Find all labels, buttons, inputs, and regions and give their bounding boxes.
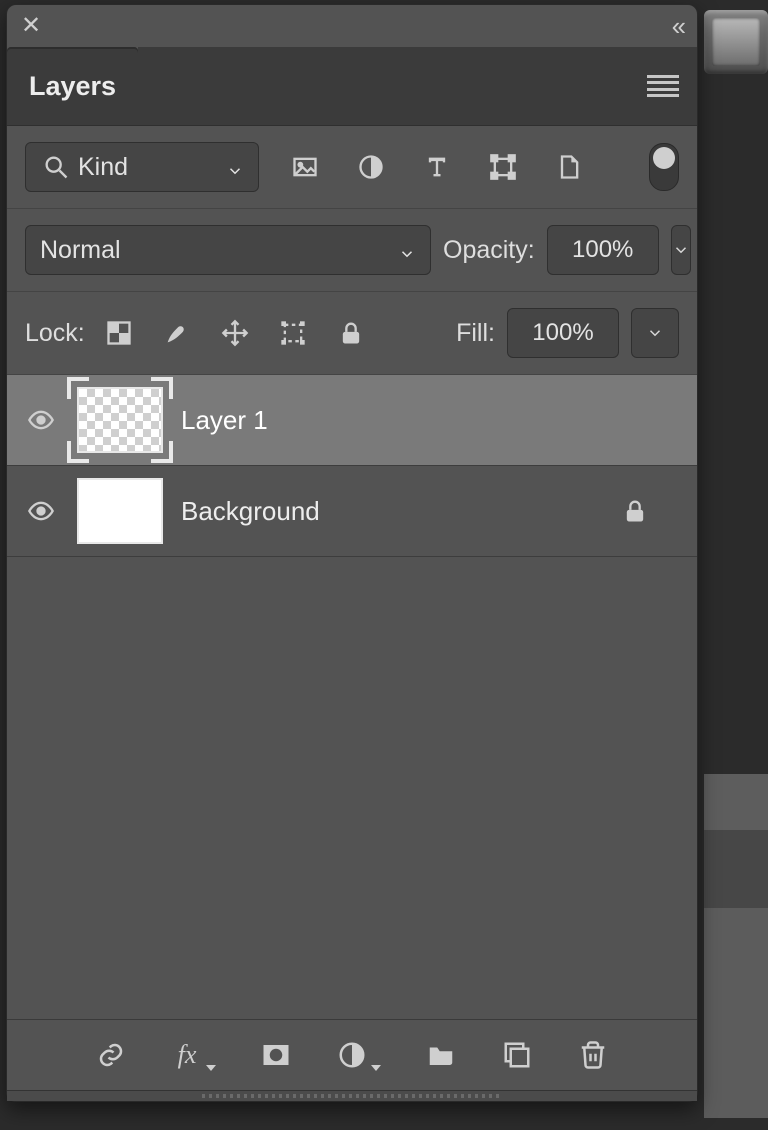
mask-icon <box>260 1039 292 1071</box>
link-layers-button[interactable] <box>95 1039 127 1071</box>
search-icon <box>40 151 72 183</box>
filter-smartobject-icon[interactable] <box>553 151 585 183</box>
adjustment-icon <box>336 1039 368 1071</box>
layer-name-label[interactable]: Background <box>181 496 320 527</box>
tab-label: Layers <box>29 71 116 102</box>
visibility-eye-icon[interactable] <box>23 404 59 436</box>
layer-thumbnail[interactable] <box>77 478 163 544</box>
app-right-rail <box>704 10 768 1130</box>
layer-name-label[interactable]: Layer 1 <box>181 405 268 436</box>
lock-artboard-icon[interactable] <box>277 317 309 349</box>
blend-opacity-row: Normal Opacity: 100% <box>7 209 697 292</box>
panel-footer: fx <box>7 1019 697 1090</box>
layer-row[interactable]: Background <box>7 466 697 557</box>
new-group-button[interactable] <box>425 1039 457 1071</box>
layer-type-filters <box>289 151 585 183</box>
link-icon <box>95 1039 127 1071</box>
chevron-down-icon <box>206 1065 216 1071</box>
panel-tab-strip <box>138 47 697 125</box>
lock-position-icon[interactable] <box>219 317 251 349</box>
opacity-label: Opacity: <box>443 236 535 265</box>
layer-filter-row: Kind <box>7 126 697 209</box>
delete-layer-button[interactable] <box>577 1039 609 1071</box>
panel-body: Kind <box>7 125 697 1101</box>
blend-mode-combo[interactable]: Normal <box>25 225 431 275</box>
folder-icon <box>425 1039 457 1071</box>
chevron-down-icon <box>646 324 664 342</box>
lock-buttons <box>103 317 367 349</box>
toolbar-tool-thumbnail[interactable] <box>704 10 768 74</box>
fill-value-input[interactable]: 100% <box>507 308 619 358</box>
new-adjustment-layer-button[interactable] <box>336 1039 381 1071</box>
collapse-icon[interactable]: ‹‹ <box>672 11 683 42</box>
trash-icon <box>577 1039 609 1071</box>
filter-type-icon[interactable] <box>421 151 453 183</box>
filter-pixel-icon[interactable] <box>289 151 321 183</box>
opacity-value: 100% <box>572 236 633 264</box>
layer-thumbnail[interactable] <box>77 387 163 453</box>
filter-kind-label: Kind <box>78 153 128 182</box>
add-mask-button[interactable] <box>260 1039 292 1071</box>
panel-resize-grip[interactable] <box>7 1090 697 1101</box>
new-layer-icon <box>501 1039 533 1071</box>
fill-label: Fill: <box>456 319 495 348</box>
filter-toggle[interactable] <box>649 143 679 191</box>
panel-titlebar: ✕ ‹‹ <box>7 5 697 47</box>
panel-tabs: Layers <box>7 47 697 125</box>
fill-dropdown-button[interactable] <box>631 308 679 358</box>
chevron-down-icon <box>672 241 690 259</box>
right-rail-section <box>704 830 768 908</box>
blend-mode-value: Normal <box>40 236 121 265</box>
filter-adjustment-icon[interactable] <box>355 151 387 183</box>
fx-icon: fx <box>171 1039 203 1071</box>
layer-style-button[interactable]: fx <box>171 1039 216 1071</box>
layers-panel: ✕ ‹‹ Layers Kind <box>6 4 698 1102</box>
fill-value: 100% <box>532 319 593 347</box>
visibility-eye-icon[interactable] <box>23 495 59 527</box>
opacity-dropdown-button[interactable] <box>671 225 691 275</box>
layer-lock-icon[interactable] <box>619 495 651 527</box>
chevron-down-icon <box>226 158 244 176</box>
filter-shape-icon[interactable] <box>487 151 519 183</box>
lock-pixels-icon[interactable] <box>161 317 193 349</box>
layer-row[interactable]: Layer 1 <box>7 375 697 466</box>
lock-all-icon[interactable] <box>335 317 367 349</box>
lock-fill-row: Lock: <box>7 292 697 375</box>
chevron-down-icon <box>398 241 416 259</box>
right-rail-section <box>704 774 768 830</box>
chevron-down-icon <box>371 1065 381 1071</box>
layers-list: Layer 1 Background <box>7 375 697 1019</box>
lock-label: Lock: <box>25 319 85 348</box>
right-rail-section <box>704 908 768 1118</box>
lock-transparency-icon[interactable] <box>103 317 135 349</box>
filter-kind-combo[interactable]: Kind <box>25 142 259 192</box>
new-layer-button[interactable] <box>501 1039 533 1071</box>
panel-menu-icon[interactable] <box>647 75 679 97</box>
close-icon[interactable]: ✕ <box>21 14 41 38</box>
tab-layers[interactable]: Layers <box>7 47 138 125</box>
opacity-value-input[interactable]: 100% <box>547 225 659 275</box>
